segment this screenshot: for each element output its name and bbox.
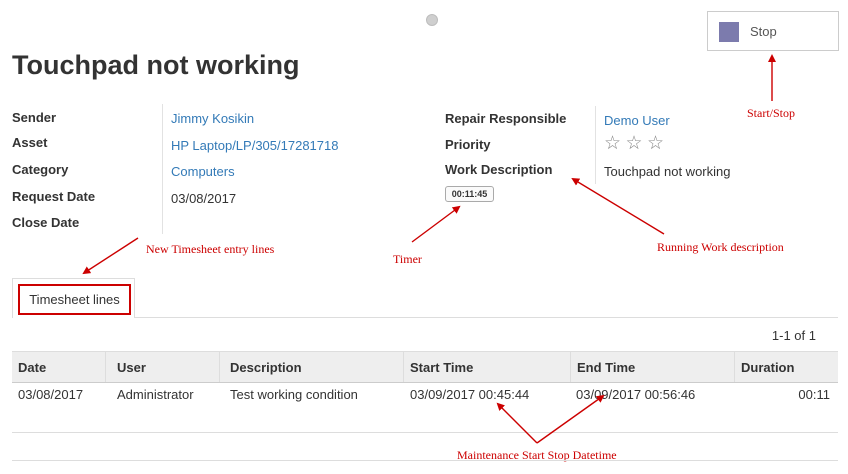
- arrow-timesheet-lines: [82, 237, 139, 275]
- annotation-arrows: [82, 54, 776, 444]
- arrow-work-description: [571, 177, 665, 235]
- arrow-timer: [411, 205, 461, 243]
- arrow-start-datetime: [496, 402, 538, 444]
- arrow-end-datetime: [536, 394, 605, 444]
